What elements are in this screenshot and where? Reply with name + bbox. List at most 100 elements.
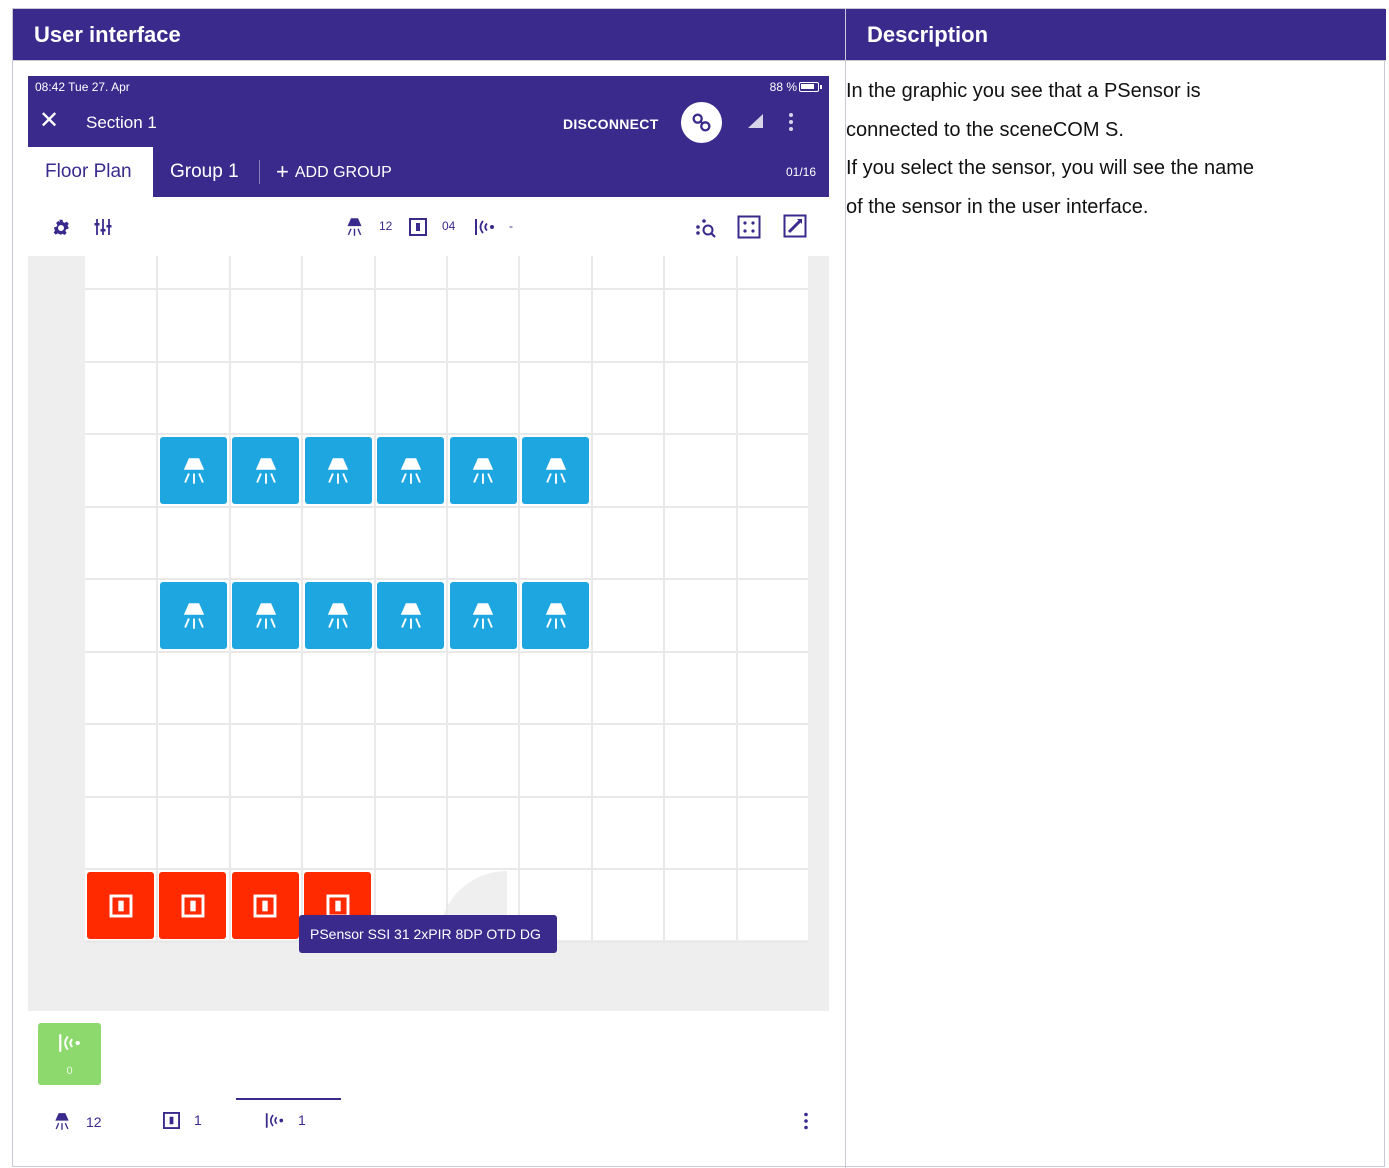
app-bar: 08:42 Tue 27. Apr 88 % ✕ Section 1 DISCO… <box>28 76 829 197</box>
grid-line <box>85 723 808 725</box>
switch-icon <box>326 894 350 917</box>
luminaire-tile[interactable] <box>304 437 372 504</box>
description-text: In the graphic you see that a PSensor is… <box>846 72 1366 226</box>
battery-icon <box>799 82 819 92</box>
floor-toolbar: 12 04 - <box>28 197 829 256</box>
luminaire-icon <box>545 457 566 484</box>
luminaire-tile[interactable] <box>449 582 517 649</box>
grid-line <box>85 360 808 363</box>
luminaire-icon <box>347 218 362 236</box>
bottom-sensor-count: 1 <box>298 1112 306 1128</box>
grid-line <box>85 650 808 653</box>
tab-floor-plan[interactable]: Floor Plan <box>28 147 153 197</box>
description-line: connected to the sceneCOM S. <box>846 118 1124 141</box>
bottom-switch-count: 1 <box>194 1112 202 1128</box>
luminaire-icon <box>55 1113 69 1130</box>
grid-line <box>85 868 808 870</box>
luminaire-tile[interactable] <box>160 582 227 649</box>
edit-icon[interactable] <box>783 214 807 238</box>
luminaire-count: 12 <box>379 219 393 233</box>
grid-line <box>85 433 808 435</box>
add-group-label: ADD GROUP <box>294 164 392 181</box>
signal-icon <box>748 114 763 128</box>
link-button[interactable] <box>681 102 722 143</box>
tablet-screen: 08:42 Tue 27. Apr 88 % ✕ Section 1 DISCO… <box>28 76 829 1140</box>
header-divider <box>13 60 1386 61</box>
disconnect-button[interactable]: DISCONNECT <box>563 116 659 132</box>
luminaire-icon <box>255 457 277 484</box>
luminaire-icon <box>183 457 204 484</box>
sensor-icon <box>265 1113 284 1128</box>
bottom-luminaire-count: 12 <box>86 1114 102 1130</box>
switch-tile[interactable] <box>231 872 299 939</box>
add-group-button[interactable]: + ADD GROUP <box>276 147 392 197</box>
floor-grid[interactable] <box>85 256 808 943</box>
grid-dots-icon[interactable] <box>737 215 761 239</box>
switch-icon <box>253 894 277 917</box>
luminaire-tile[interactable] <box>160 437 227 504</box>
gear-icon[interactable] <box>52 219 70 237</box>
description-line: of the sensor in the user interface. <box>846 195 1149 218</box>
floor-plan-canvas[interactable]: PSensor SSI 31 2xPIR 8DP OTD DG 0 <box>28 256 829 1085</box>
switch-tile[interactable] <box>87 872 154 939</box>
luminaire-icon <box>545 602 566 629</box>
luminaire-icon <box>183 602 204 629</box>
grid-line <box>85 505 808 508</box>
tab-group-1[interactable]: Group 1 <box>170 147 239 197</box>
more-vertical-icon[interactable] <box>788 112 794 132</box>
switch-tile[interactable] <box>159 872 227 939</box>
grid-line <box>735 256 738 940</box>
close-icon[interactable]: ✕ <box>39 109 59 133</box>
luminaire-icon <box>328 602 349 629</box>
grid-line <box>663 256 666 940</box>
sensor-tray-count: 0 <box>66 1065 73 1077</box>
luminaire-tile[interactable] <box>232 582 300 649</box>
grid-line <box>156 256 159 940</box>
grid-line <box>590 256 593 940</box>
switch-icon <box>163 1112 180 1129</box>
luminaire-icon <box>400 602 421 629</box>
tab-separator <box>259 160 260 184</box>
luminaire-tile[interactable] <box>522 437 589 504</box>
section-title: Section 1 <box>86 113 157 132</box>
bottom-tab-switches[interactable]: 1 <box>163 1112 202 1129</box>
user-interface-header: User interface <box>13 9 845 60</box>
sliders-icon[interactable] <box>94 218 112 236</box>
luminaire-tile[interactable] <box>232 437 300 504</box>
luminaire-icon <box>328 457 349 484</box>
switch-icon <box>109 894 132 917</box>
group-counter: 01/16 <box>785 165 816 179</box>
battery-cap-icon <box>820 85 822 89</box>
switch-count: 04 <box>442 219 456 233</box>
search-devices-icon[interactable] <box>695 217 717 239</box>
luminaire-tile[interactable] <box>304 582 372 649</box>
luminaire-icon <box>400 457 421 484</box>
status-time: 08:42 Tue 27. Apr <box>35 80 130 94</box>
luminaire-tile[interactable] <box>449 437 517 504</box>
sensor-icon <box>475 219 494 235</box>
plus-icon: + <box>276 159 289 184</box>
luminaire-tile[interactable] <box>377 437 445 504</box>
sensor-tooltip: PSensor SSI 31 2xPIR 8DP OTD DG <box>299 915 557 953</box>
grid-line <box>446 256 448 940</box>
luminaire-icon <box>472 602 494 629</box>
description-header: Description <box>846 9 1386 60</box>
switch-icon <box>409 218 427 236</box>
active-tab-indicator <box>236 1098 341 1100</box>
grid-line <box>85 288 808 290</box>
bottom-tab-sensors[interactable]: 1 <box>264 1112 306 1129</box>
grid-line <box>301 256 304 940</box>
grid-line <box>518 256 521 940</box>
sensor-tray-item[interactable]: 0 <box>38 1023 101 1085</box>
battery-percent: 88 % <box>769 80 797 94</box>
bottom-tab-luminaires[interactable]: 12 <box>52 1112 102 1131</box>
description-line: In the graphic you see that a PSensor is <box>846 80 1201 102</box>
description-line: If you select the sensor, you will see t… <box>846 157 1254 179</box>
more-vertical-icon[interactable] <box>803 1112 809 1130</box>
luminaire-icon <box>255 602 277 629</box>
grid-line <box>85 795 808 798</box>
luminaire-tile[interactable] <box>377 582 445 649</box>
bottom-bar: 12 1 1 <box>28 1098 829 1140</box>
link-icon <box>692 113 711 132</box>
luminaire-tile[interactable] <box>522 582 589 649</box>
